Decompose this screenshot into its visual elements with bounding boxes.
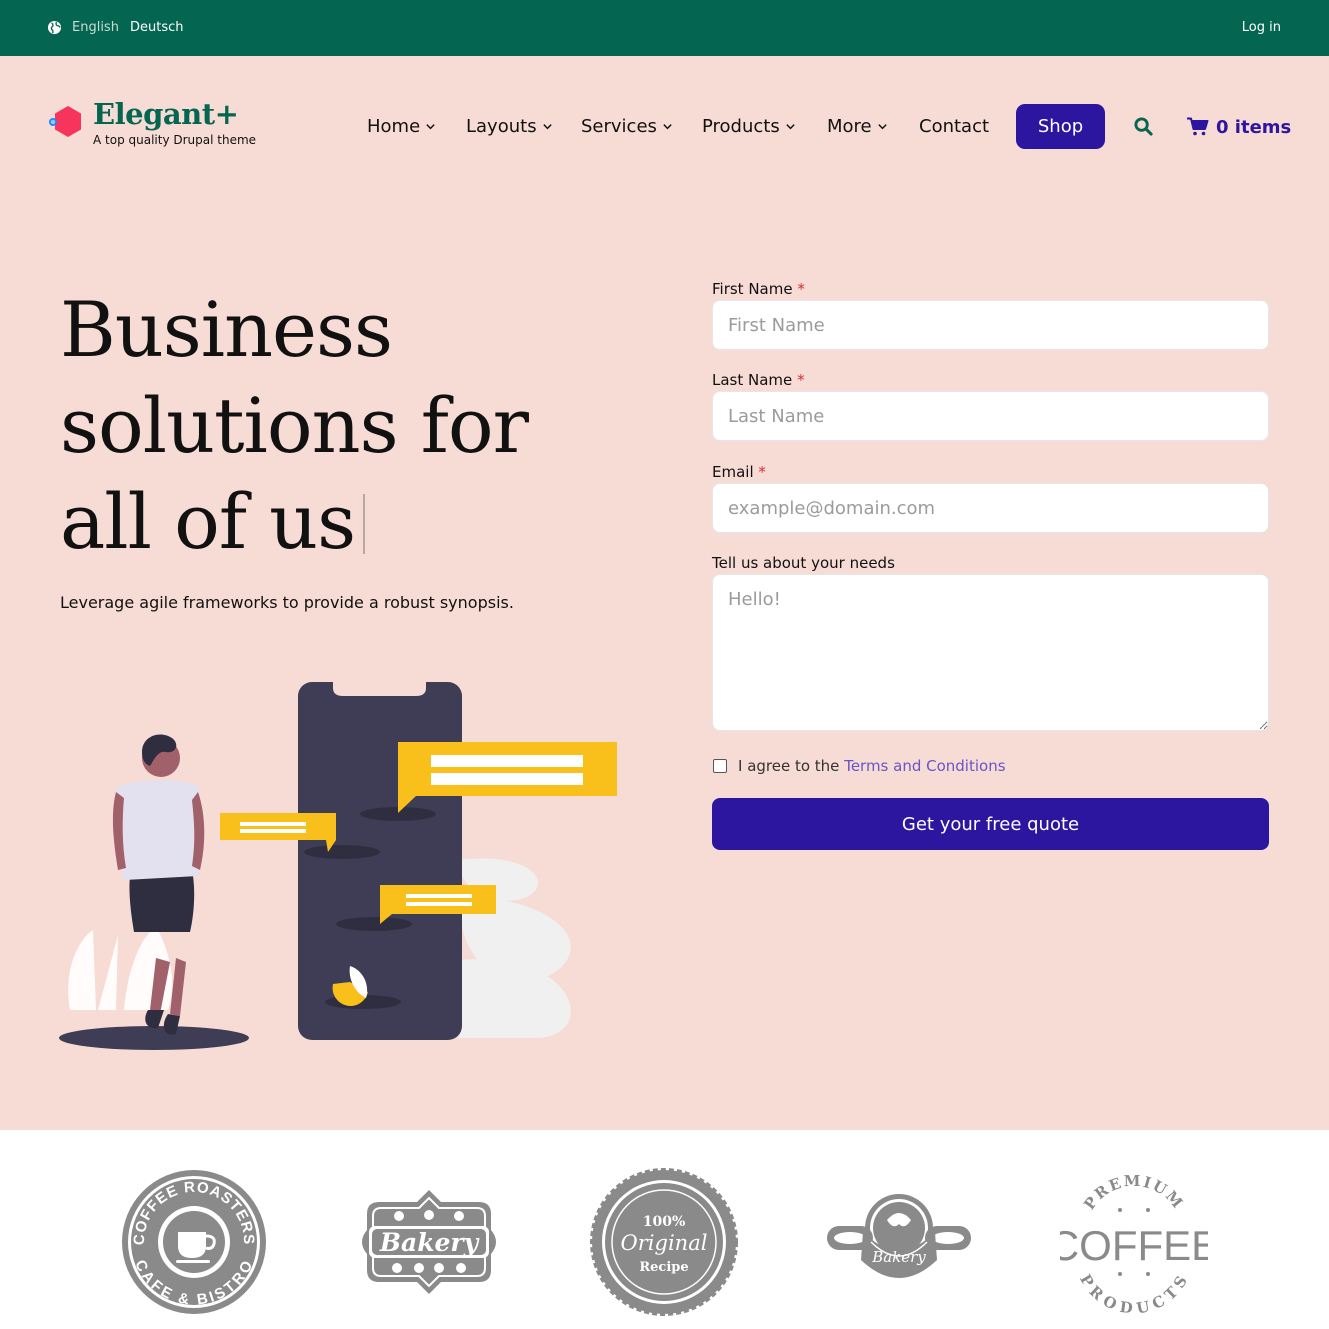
nav-more[interactable]: More (827, 116, 888, 137)
last-name-input[interactable] (712, 391, 1269, 441)
nav-label: More (827, 116, 872, 137)
hero-subtitle: Leverage agile frameworks to provide a r… (60, 593, 514, 612)
brand-tagline: A top quality Drupal theme (93, 133, 257, 147)
plant-shape (68, 930, 96, 1010)
phone-shape (298, 682, 462, 1040)
nav-label: Services (581, 116, 657, 137)
globe-icon (47, 20, 62, 35)
headline-line-3: all of us (60, 477, 356, 566)
ground-shadow (59, 1026, 249, 1050)
cart-icon[interactable] (1187, 117, 1209, 136)
nav-home[interactable]: Home (367, 116, 436, 137)
logo-text: Bakery (871, 1248, 926, 1266)
required-mark: * (758, 463, 766, 481)
chevron-down-icon (542, 124, 552, 130)
svg-text:PREMIUM: PREMIUM (1080, 1172, 1187, 1213)
terms-checkbox[interactable] (713, 759, 727, 773)
nav-services[interactable]: Services (581, 116, 673, 137)
required-mark: * (797, 371, 805, 389)
logo-text: Bakery (379, 1228, 480, 1257)
hero-headline: Business solutions for all of us (60, 282, 660, 570)
logo-text: COFFEE (1060, 1222, 1208, 1269)
cart-items-count[interactable]: 0 items (1216, 117, 1291, 138)
top-bar: English Deutsch Log in (0, 0, 1329, 56)
label-text: First Name (712, 280, 793, 298)
first-name-label: First Name * (712, 280, 805, 298)
required-mark: * (797, 280, 805, 298)
nav-label: Home (367, 116, 421, 137)
coffee-roasters-logo: COFFEE ROASTERS CAFE & BISTRO (122, 1170, 266, 1314)
chat-illustration (59, 682, 617, 1050)
language-english-link[interactable]: English (72, 20, 119, 35)
premium-coffee-logo: PREMIUM COFFEE PRODUCTS (1060, 1172, 1208, 1316)
chevron-down-icon (426, 124, 435, 130)
bakery-logo: Bakery (362, 1190, 496, 1294)
plant-shape (98, 935, 118, 1010)
bakery-ribbon-logo: Bakery (827, 1194, 971, 1278)
last-name-label: Last Name * (712, 371, 805, 389)
language-deutsch-link[interactable]: Deutsch (130, 20, 184, 35)
login-link[interactable]: Log in (1242, 20, 1281, 35)
hexagon-logo-icon[interactable] (48, 104, 84, 140)
original-recipe-logo: 100% Original Recipe (590, 1168, 738, 1316)
logo-text: PREMIUM (1080, 1172, 1185, 1213)
nav-contact[interactable]: Contact (919, 116, 989, 137)
headline-line-1: Business (60, 285, 393, 374)
needs-textarea[interactable] (712, 574, 1269, 731)
phone-notch (333, 682, 426, 696)
brand-name[interactable]: Elegant+ (93, 97, 239, 131)
logo-text: Original (621, 1231, 708, 1255)
agree-prefix: I agree to the (738, 757, 840, 775)
email-label: Email * (712, 463, 766, 481)
email-input[interactable] (712, 483, 1269, 533)
terms-agreement: I agree to the Terms and Conditions (738, 757, 1006, 775)
logo-text: Recipe (639, 1260, 688, 1275)
logo-text: PRODUCTS (1076, 1271, 1190, 1316)
logo-text: 100% (643, 1214, 686, 1230)
search-icon[interactable] (1134, 117, 1153, 136)
nav-label: Layouts (466, 116, 537, 137)
typing-caret (363, 494, 366, 554)
chevron-down-icon (663, 124, 672, 130)
chevron-down-icon (786, 124, 795, 130)
nav-label: Products (702, 116, 780, 137)
label-text: Email (712, 463, 754, 481)
needs-label: Tell us about your needs (712, 554, 895, 572)
shop-button[interactable]: Shop (1016, 104, 1105, 149)
nav-products[interactable]: Products (702, 116, 796, 137)
chevron-down-icon (877, 124, 887, 130)
svg-text:PRODUCTS: PRODUCTS (1076, 1271, 1192, 1316)
first-name-input[interactable] (712, 300, 1269, 350)
headline-line-2: solutions for (60, 381, 529, 470)
nav-label: Contact (919, 116, 990, 137)
label-text: Last Name (712, 371, 793, 389)
nav-layouts[interactable]: Layouts (466, 116, 553, 137)
get-quote-button[interactable]: Get your free quote (712, 798, 1269, 850)
terms-link[interactable]: Terms and Conditions (844, 757, 1005, 775)
